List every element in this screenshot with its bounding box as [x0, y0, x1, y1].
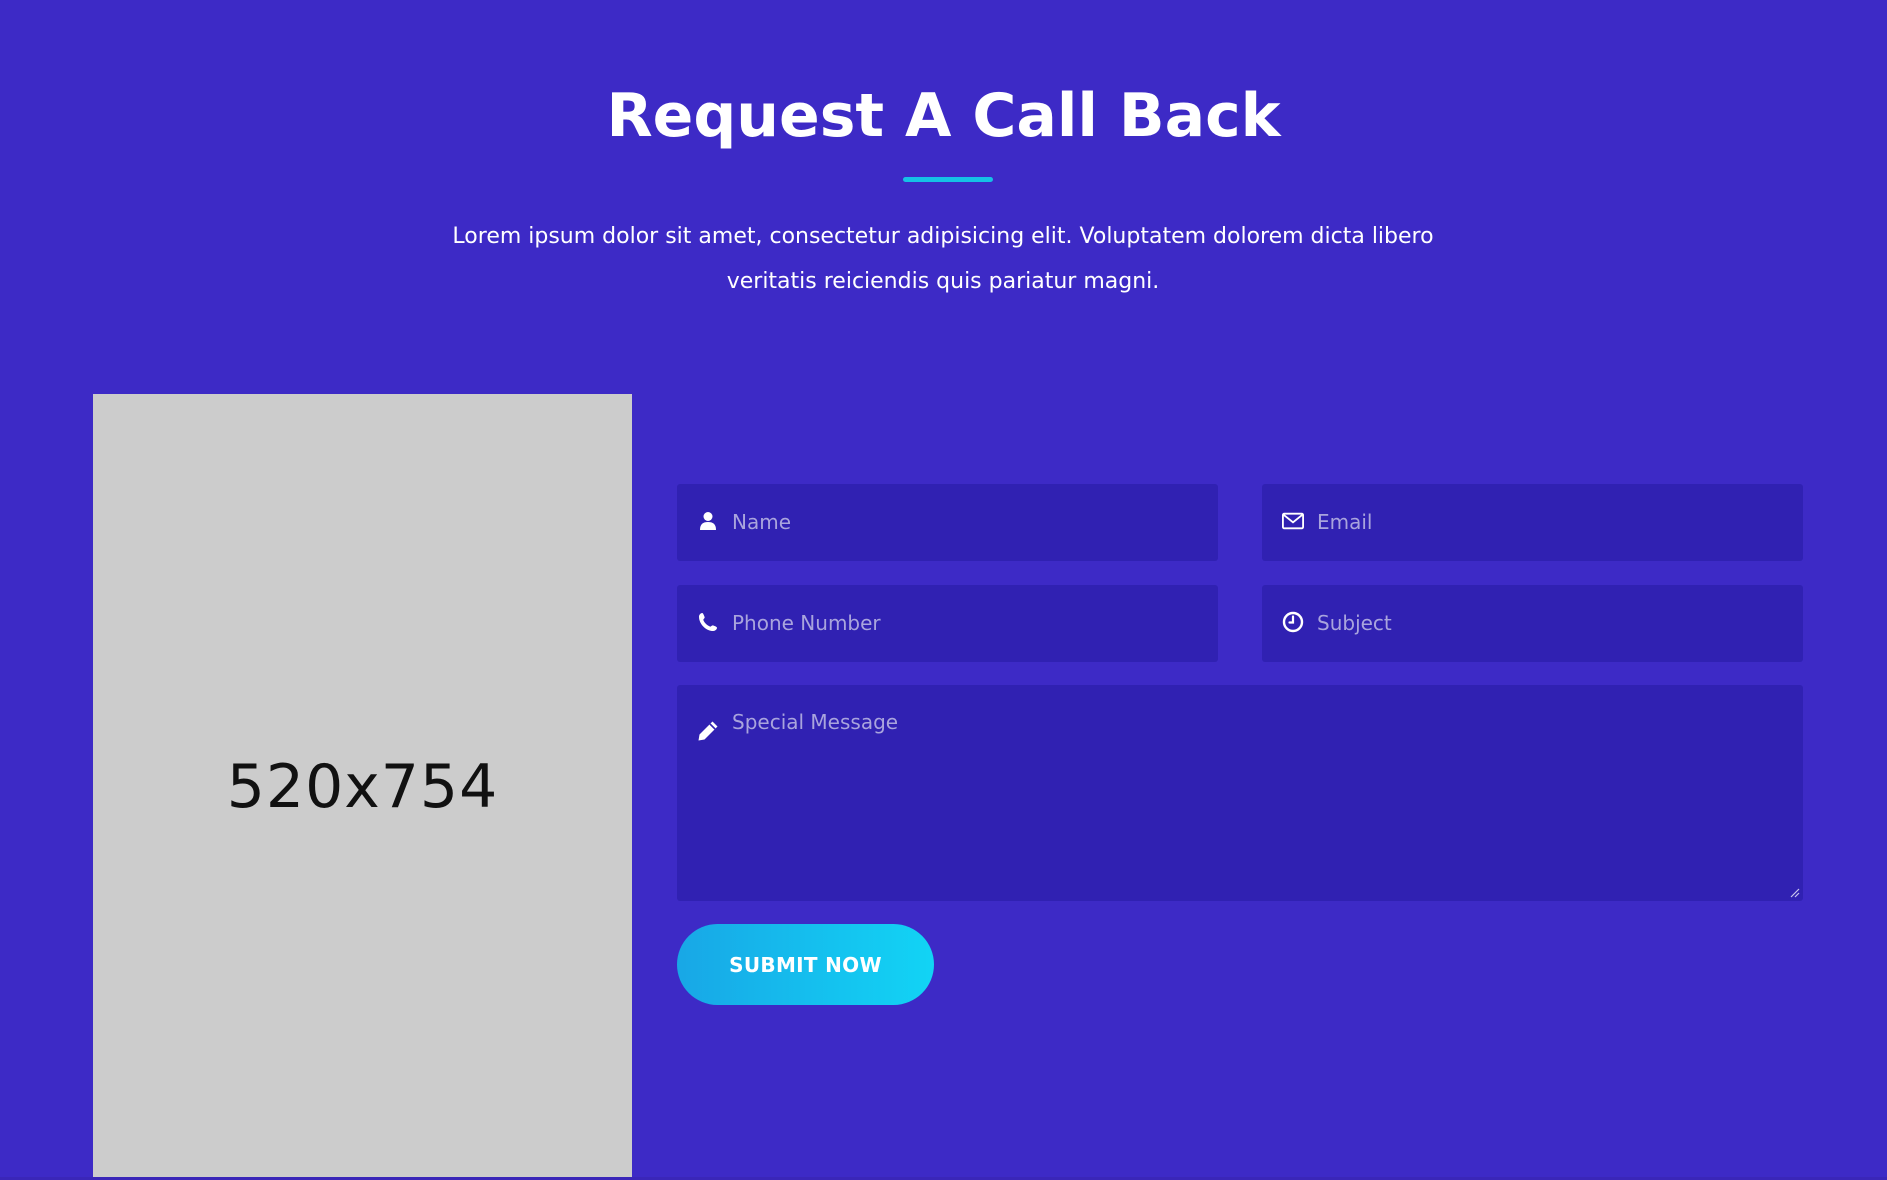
phone-input[interactable] — [732, 585, 1204, 662]
envelope-icon — [1282, 510, 1304, 532]
name-input[interactable] — [732, 484, 1204, 561]
section-intro: Lorem ipsum dolor sit amet, consectetur … — [443, 214, 1443, 304]
user-icon — [697, 510, 719, 532]
pencil-icon — [697, 720, 719, 742]
intro-line-1: Lorem ipsum dolor sit amet, consectetur … — [452, 224, 1434, 249]
placeholder-image-label: 520x754 — [226, 752, 499, 822]
email-input[interactable] — [1317, 484, 1789, 561]
submit-button[interactable]: SUBMIT NOW — [677, 924, 934, 1005]
title-underline — [903, 177, 993, 182]
call-back-section: Request A Call Back Lorem ipsum dolor si… — [0, 0, 1887, 1180]
subject-input[interactable] — [1317, 585, 1789, 662]
name-field — [677, 484, 1218, 561]
phone-icon — [697, 611, 719, 633]
message-textarea[interactable] — [732, 708, 1789, 888]
placeholder-image: 520x754 — [93, 394, 632, 1180]
phone-field — [677, 585, 1218, 662]
message-field — [677, 685, 1803, 901]
section-title: Request A Call Back — [606, 81, 1281, 151]
resize-grip-icon[interactable] — [1788, 886, 1800, 898]
subject-field — [1262, 585, 1803, 662]
intro-line-2: veritatis reiciendis quis pariatur magni… — [726, 269, 1160, 294]
email-field — [1262, 484, 1803, 561]
clock-icon — [1282, 611, 1304, 633]
